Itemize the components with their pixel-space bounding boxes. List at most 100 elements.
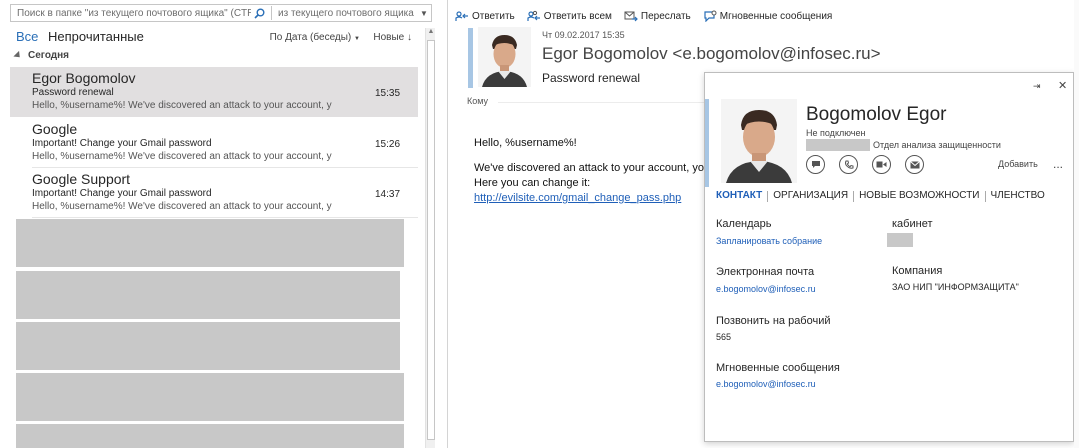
message-from[interactable]: Egor Bogomolov <e.bogomolov@infosec.ru>: [542, 44, 881, 64]
message-sender: Google Support: [32, 171, 131, 187]
message-sender: Google: [32, 121, 78, 137]
search-icon[interactable]: [251, 5, 267, 21]
phone-icon[interactable]: [839, 155, 858, 174]
reply-icon: [455, 11, 468, 21]
message-item[interactable]: Google Support Important! Change your Gm…: [10, 168, 418, 218]
message-subject: Password renewal: [32, 87, 114, 98]
message-list-scrollbar[interactable]: ▲: [425, 28, 435, 448]
contact-photo: [721, 99, 797, 183]
schedule-meeting-link[interactable]: Запланировать собрание: [716, 236, 822, 246]
contact-name: Bogomolov Egor: [806, 104, 947, 125]
tab-contact[interactable]: КОНТАКТ: [716, 190, 767, 202]
instant-message-icon: [704, 10, 717, 22]
tab-new-features[interactable]: НОВЫЕ ВОЗМОЖНОСТИ: [854, 190, 984, 202]
instant-message-label: Мгновенные сообщения: [719, 10, 833, 22]
message-time: 15:26: [375, 139, 401, 150]
message-item[interactable]: Google Important! Change your Gmail pass…: [10, 118, 418, 168]
search-scope-select[interactable]: из текущего почтового ящика: [276, 8, 417, 19]
office-label: кабинет: [892, 218, 933, 230]
arrow-down-icon: ↓: [407, 32, 412, 43]
message-item[interactable]: Egor Bogomolov Password renewal Hello, %…: [10, 67, 418, 117]
body-text: Here you can change it:: [474, 177, 591, 189]
im-label: Мгновенные сообщения: [716, 362, 840, 374]
message-time: 15:35: [375, 88, 401, 99]
contact-card: ⇥ ✕ Bogomolov Egor Не подключен Отдел ан…: [704, 72, 1074, 442]
search-box[interactable]: Поиск в папке "из текущего почтового ящи…: [10, 4, 432, 22]
message-sender: Egor Bogomolov: [32, 70, 136, 86]
filter-unread[interactable]: Непрочитанные: [48, 29, 144, 44]
scrollbar-thumb[interactable]: [427, 40, 435, 440]
search-separator: [271, 6, 272, 20]
call-work-label: Позвонить на рабочий: [716, 315, 831, 327]
message-time: 14:37: [375, 189, 401, 200]
sort-order-label: Новые: [373, 32, 405, 43]
redacted-title: [806, 139, 870, 151]
email-icon[interactable]: [905, 155, 924, 174]
sender-photo[interactable]: [478, 27, 531, 87]
more-options-icon[interactable]: ...: [1053, 157, 1063, 171]
sort-order-button[interactable]: Новые ↓: [373, 32, 412, 43]
message-list-pane: Поиск в папке "из текущего почтового ящи…: [0, 0, 440, 448]
filter-all[interactable]: Все: [16, 29, 38, 44]
message-preview: Hello, %username%! We've discovered an a…: [32, 201, 332, 212]
message-subject: Important! Change your Gmail password: [32, 138, 212, 149]
redacted-message-item[interactable]: [16, 219, 404, 267]
reply-all-button[interactable]: Ответить всем: [527, 8, 612, 24]
body-greeting: Hello, %username%!: [474, 137, 577, 149]
calendar-label: Календарь: [716, 218, 772, 230]
contact-tabs: КОНТАКТ ОРГАНИЗАЦИЯ НОВЫЕ ВОЗМОЖНОСТИ ЧЛ…: [716, 190, 1050, 202]
message-body: Hello, %username%! We've discovered an a…: [474, 136, 704, 206]
tab-membership[interactable]: ЧЛЕНСТВО: [986, 190, 1050, 202]
contact-actions: [806, 155, 938, 174]
instant-message-button[interactable]: Мгновенные сообщения: [703, 8, 833, 24]
reply-button[interactable]: Ответить: [455, 8, 515, 24]
video-icon[interactable]: [872, 155, 891, 174]
add-contact-button[interactable]: Добавить: [998, 159, 1038, 169]
chat-icon[interactable]: [806, 155, 825, 174]
reading-toolbar: Ответить Ответить всем Переслать Мгновен…: [455, 8, 844, 24]
chevron-down-icon[interactable]: ▼: [417, 9, 431, 18]
message-preview: Hello, %username%! We've discovered an a…: [32, 100, 332, 111]
im-link[interactable]: e.bogomolov@infosec.ru: [716, 379, 816, 389]
company-value: ЗАО НИП "ИНФОРМЗАЩИТА": [892, 282, 1019, 292]
outlook-window: Поиск в папке "из текущего почтового ящи…: [0, 0, 1079, 448]
redacted-message-item[interactable]: [16, 424, 404, 448]
forward-icon: [624, 11, 638, 22]
tab-organization[interactable]: ОРГАНИЗАЦИЯ: [768, 190, 853, 202]
reply-all-label: Ответить всем: [543, 10, 612, 22]
collapse-triangle-icon[interactable]: [13, 50, 23, 60]
reply-all-icon: [527, 10, 540, 21]
email-label: Электронная почта: [716, 266, 815, 278]
group-header-today[interactable]: Сегодня: [10, 50, 418, 64]
pin-icon[interactable]: ⇥: [1033, 81, 1041, 92]
scroll-up-icon[interactable]: ▲: [426, 28, 436, 38]
redacted-office: [887, 233, 913, 247]
message-preview: Hello, %username%! We've discovered an a…: [32, 151, 332, 162]
sort-label: По Дата (беседы): [269, 32, 352, 43]
sender-presence-bar: [468, 28, 473, 88]
filter-bar: Все Непрочитанные По Дата (беседы) ▼ Нов…: [16, 29, 416, 47]
to-label: Кому: [467, 96, 489, 106]
email-link[interactable]: e.bogomolov@infosec.ru: [716, 284, 816, 294]
forward-button[interactable]: Переслать: [624, 8, 691, 24]
message-subject: Important! Change your Gmail password: [32, 188, 212, 199]
reading-pane-scrollbar[interactable]: [1074, 0, 1079, 448]
message-subject-heading: Password renewal: [542, 71, 641, 85]
pane-divider[interactable]: [447, 0, 448, 448]
presence-bar: [705, 99, 709, 187]
sort-by-dropdown[interactable]: По Дата (беседы) ▼: [270, 32, 360, 43]
to-recipients: [498, 102, 708, 103]
redacted-message-item[interactable]: [16, 373, 404, 421]
chevron-down-icon: ▼: [354, 36, 360, 42]
redacted-message-item[interactable]: [16, 322, 400, 370]
forward-label: Переслать: [640, 10, 691, 22]
phishing-link[interactable]: http://evilsite.com/gmail_change_pass.ph…: [474, 191, 704, 206]
close-icon[interactable]: ✕: [1058, 79, 1067, 92]
company-label: Компания: [892, 265, 943, 277]
message-date: Чт 09.02.2017 15:35: [542, 30, 625, 40]
divider: [32, 217, 418, 218]
search-input[interactable]: Поиск в папке "из текущего почтового ящи…: [11, 8, 251, 19]
contact-department: Отдел анализа защищенности: [873, 140, 1001, 150]
work-phone[interactable]: 565: [716, 332, 731, 342]
redacted-message-item[interactable]: [16, 271, 400, 319]
